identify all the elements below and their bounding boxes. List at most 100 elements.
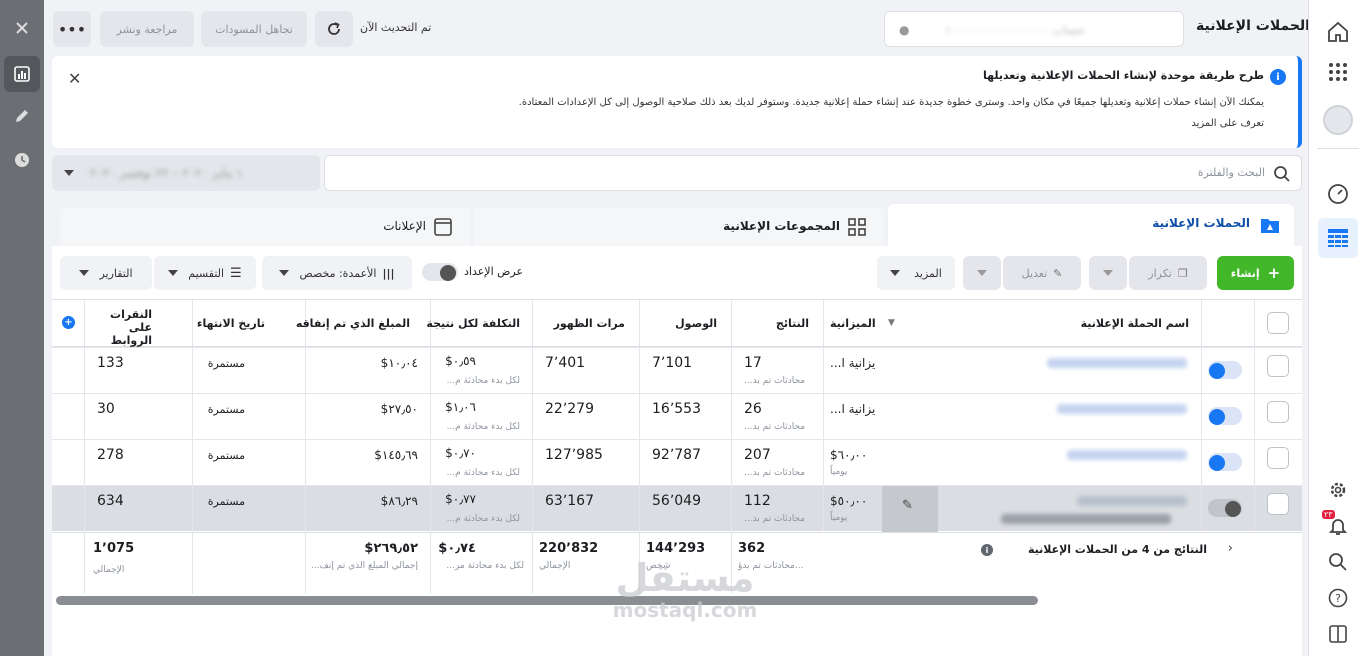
campaign-name-masked[interactable] [1077,496,1187,506]
sort-icon[interactable]: ▼ [888,318,895,328]
col-cost-per-result-label: التكلفة لكل نتيجة [426,317,520,330]
search-bar[interactable]: البحث والفلترة [324,155,1302,191]
row-checkbox[interactable] [1267,447,1289,469]
col-amount-spent[interactable]: المبلغ الذي تم إنفاقه [296,300,430,346]
col-impressions[interactable]: مرات الظهور [532,300,639,346]
learn-more-link[interactable]: تعرف على المزيد [1191,118,1264,129]
date-range-picker[interactable]: ١ يناير ٢٠٢٠ – ٢٢ نوفمبر ٢٠٢٠ [52,155,320,191]
impressions-value: 22٬279 [545,401,594,417]
row-checkbox[interactable] [1267,355,1289,377]
campaign-on-off-toggle[interactable] [1208,499,1242,517]
avatar[interactable] [1318,100,1358,140]
select-cell [1254,440,1302,485]
discard-drafts-button[interactable]: تجاهل المسودات [201,11,307,47]
toggle-knob [1209,455,1225,471]
total-impressions: 220٬832 [539,541,599,556]
table-row[interactable]: 278 مستمرة ١٤٥٫٦٩$ ٠٫٧٠$ لكل بدء محادثة م...… [52,439,1302,485]
toggle-knob [1209,409,1225,425]
nav-divider [1317,148,1359,149]
search-icon[interactable] [1318,542,1358,582]
search-input[interactable]: البحث والفلترة [1198,166,1265,179]
panel-toggle-icon[interactable] [1318,614,1358,654]
campaign-on-off-toggle[interactable] [1208,361,1242,379]
campaign-status-masked [1001,514,1171,524]
columns-button[interactable]: الأعمدة: مخصص ||| [262,256,412,290]
campaign-name-masked[interactable] [1067,450,1187,460]
tab-ads[interactable]: الإعلانات [60,208,470,246]
tab-adsets[interactable]: المجموعات الإعلانية [474,208,884,246]
help-icon[interactable]: ? [1318,578,1358,618]
edit-dropdown-button[interactable] [963,256,1001,290]
more-options-button[interactable]: ••• [53,11,91,47]
view-setup-toggle[interactable] [422,263,458,281]
avatar-image [1323,105,1353,135]
tab-ads-label: الإعلانات [383,219,426,233]
pencil-icon: ✎ [1053,266,1063,280]
clock-icon[interactable] [4,142,40,178]
more-label: المزيد [914,266,942,280]
tab-campaigns[interactable]: الحملات الإعلانية [888,204,1294,248]
ellipsis-icon: ••• [57,19,87,39]
results-value: 26 [744,401,762,417]
row-checkbox[interactable] [1267,493,1289,515]
col-link-clicks[interactable]: النقرات على الروابط [84,300,192,347]
table-view-icon[interactable] [1318,218,1358,258]
duplicate-dropdown-button[interactable] [1089,256,1127,290]
campaign-name-cell[interactable]: يزانية ا... [823,348,1201,393]
select-all-checkbox[interactable] [1267,312,1289,334]
reach-cell: 56٬049 [639,486,731,531]
row-checkbox[interactable] [1267,401,1289,423]
chevron-right-icon[interactable]: › [1228,541,1233,556]
clicks-cell: 278 [84,440,192,485]
total-cpr-sub: لكل بدء محادثة مر... [446,561,524,571]
col-campaign-name[interactable]: الميزانية ▼ اسم الحملة الإعلانية [823,300,1201,346]
bell-icon[interactable]: ٢٣ [1318,506,1358,546]
edit-budget-cell[interactable]: ✎ [882,486,938,532]
impressions-value: 7٬401 [545,355,586,371]
columns-label: الأعمدة: مخصص [299,266,377,280]
spent-cell: ١٠٫٠٤$ [305,348,430,393]
table-row[interactable]: 133 مستمرة ١٠٫٠٤$ ٠٫٥٩$ لكل بدء محادثة م... 7… [52,347,1302,393]
col-reach[interactable]: الوصول [639,300,731,346]
campaign-name-masked[interactable] [1047,358,1187,368]
campaign-on-off-toggle[interactable] [1208,453,1242,471]
close-icon[interactable]: ✕ [68,69,81,88]
campaign-name-cell[interactable]: يزانية ا... [823,394,1201,439]
add-column-icon[interactable]: + [62,316,75,329]
total-impressions-sub: الإجمالي [539,561,571,571]
close-icon[interactable] [4,10,40,46]
campaign-name-cell[interactable]: ٦٠٫٠٠$ يومياً [823,440,1201,485]
gear-icon[interactable] [1318,470,1358,510]
col-end-date-label: تاريخ الانتهاء [196,317,265,330]
horizontal-scrollbar[interactable] [56,596,1038,605]
campaign-name-cell[interactable]: ٥٠٫٠٠$ يومياً ✎ [823,486,1201,532]
info-icon: i [1270,69,1286,85]
create-button[interactable]: إنشاء + [1217,256,1294,290]
table-row[interactable]: 634 مستمرة ٨٦٫٢٩$ ٠٫٧٧$ لكل بدء محادثة م... 6… [52,485,1302,532]
clicks-value: 634 [97,493,124,509]
results-value: 112 [744,493,771,509]
more-button[interactable]: المزيد [877,256,955,290]
spent-cell: ١٤٥٫٦٩$ [305,440,430,485]
col-results[interactable]: النتائج [731,300,823,346]
edit-button[interactable]: تعديل ✎ [1003,256,1081,290]
review-publish-button[interactable]: مراجعة ونشر [100,11,194,47]
account-selector[interactable]: ● حساب ١٠٠٠٠٠٠٠٠٠٠٠٠٠٠٠ [884,11,1184,47]
campaign-name-masked[interactable] [1057,404,1187,414]
reports-button[interactable]: التقارير [60,256,152,290]
pencil-icon[interactable]: ✎ [902,498,913,513]
duplicate-button[interactable]: تكرار ❐ [1129,256,1207,290]
refresh-button[interactable] [315,11,353,47]
breakdown-button[interactable]: التقسيم ☰ [154,256,256,290]
pencil-icon[interactable] [4,98,40,134]
col-cost-per-result[interactable]: التكلفة لكل نتيجة [426,300,532,346]
apps-grid-icon[interactable] [1318,52,1358,92]
table-row[interactable]: 30 مستمرة ٢٧٫٥٠$ ١٫٠٦$ لكل بدء محادثة م... 22… [52,393,1302,439]
select-cell [1254,486,1302,531]
campaign-on-off-toggle[interactable] [1208,407,1242,425]
home-icon[interactable] [1318,12,1358,52]
col-results-label: النتائج [775,317,809,330]
col-end-date[interactable]: تاريخ الانتهاء [192,300,305,346]
bar-chart-icon[interactable] [4,56,40,92]
gauge-icon[interactable] [1318,174,1358,214]
